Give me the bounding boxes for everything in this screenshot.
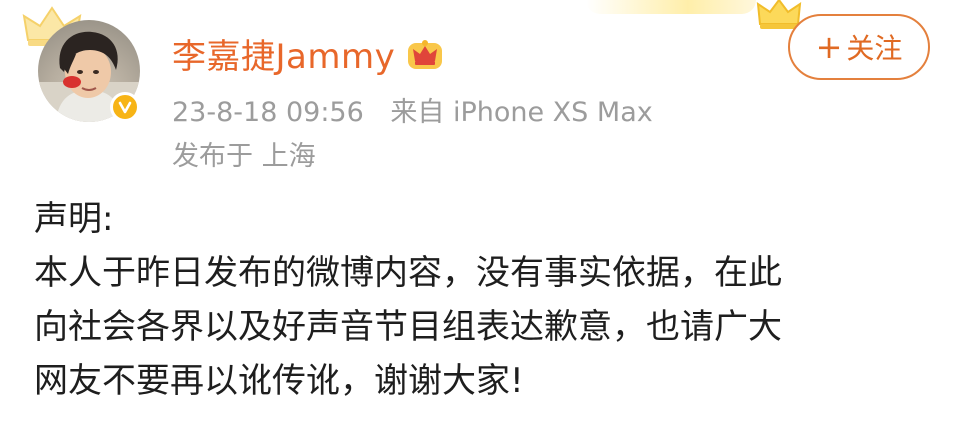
vip-crown-icon: [408, 40, 443, 69]
follow-button[interactable]: + 关注: [788, 14, 930, 80]
plus-icon: +: [815, 28, 843, 66]
post-content-line: 网友不要再以讹传讹，谢谢大家!: [34, 361, 524, 401]
post-content-line: 向社会各界以及好声音节目组表达歉意，也请广大: [34, 307, 782, 347]
post-meta: 23-8-18 09:56 来自 iPhone XS Max: [172, 90, 653, 129]
follow-label: 关注: [846, 32, 903, 65]
author-name[interactable]: 李嘉捷Jammy: [172, 29, 395, 78]
header-glow: [586, 0, 756, 14]
post-timestamp: 23-8-18 09:56: [172, 97, 364, 128]
post-content: 声明: 本人于昨日发布的微博内容，没有事实依据，在此 向社会各界以及好声音节目组…: [34, 192, 934, 408]
verified-badge-icon: [110, 92, 140, 122]
post-location: 发布于 上海: [172, 141, 316, 172]
post-source: 来自 iPhone XS Max: [390, 97, 653, 128]
author-row: 李嘉捷Jammy: [172, 28, 445, 78]
post-content-line: 声明:: [34, 199, 114, 239]
post-content-line: 本人于昨日发布的微博内容，没有事实依据，在此: [34, 253, 782, 293]
avatar[interactable]: [38, 20, 140, 122]
